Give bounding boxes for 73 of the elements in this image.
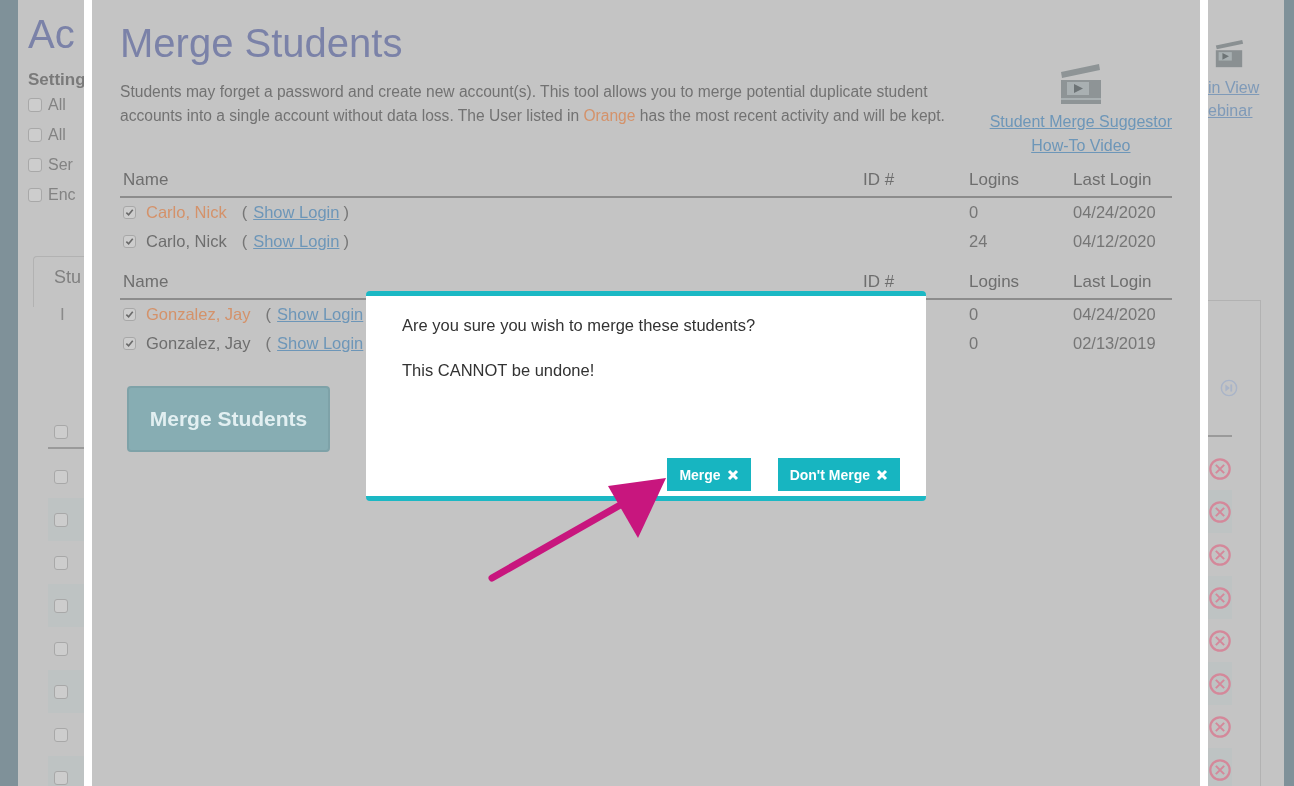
modal-title: Merge Students [120, 20, 404, 67]
table-cell-text: 04/24/2020 [1072, 304, 1157, 325]
checkbox[interactable] [28, 128, 42, 142]
dialog-button[interactable]: Don't Merge [777, 458, 900, 491]
checkbox[interactable] [28, 158, 42, 172]
page-title: Ac [28, 12, 76, 58]
show-login-link[interactable]: Show Login [277, 334, 364, 353]
show-login-link[interactable]: Show Login [277, 305, 364, 324]
column-header: Last Login [1070, 166, 1172, 198]
webinar-link[interactable]: in View ebinar [1208, 76, 1284, 122]
panel-title: Stu [54, 267, 83, 288]
column-header: Logins [966, 268, 1070, 300]
checkbox[interactable] [54, 512, 68, 527]
remove-icon [1208, 628, 1232, 653]
checkbox[interactable] [123, 235, 136, 248]
section-label: Setting [28, 70, 84, 90]
table-cell-text: 0 [968, 333, 980, 354]
student-name: Gonzalez, Jay [146, 305, 251, 324]
column-header: ID # [860, 166, 966, 198]
column-header: Last Login [1070, 268, 1172, 300]
paren-text: ( [265, 305, 272, 324]
x-icon [726, 468, 739, 481]
show-login-link[interactable]: Show Login [253, 232, 340, 251]
checkbox[interactable] [54, 770, 68, 785]
merge-students-button[interactable]: Merge Students [127, 386, 330, 452]
checkbox[interactable] [54, 469, 68, 484]
checkbox[interactable] [123, 337, 136, 350]
remove-icon [1208, 671, 1232, 696]
table-cell-text: 24 [968, 231, 989, 252]
remove-icon [1208, 499, 1232, 524]
student-name: Gonzalez, Jay [146, 334, 251, 353]
column-header: Logins [966, 166, 1070, 198]
student-name: Carlo, Nick [146, 203, 227, 222]
checkbox[interactable] [28, 98, 42, 112]
table-cell-text: 04/12/2020 [1072, 231, 1157, 252]
table-cell-text: 02/13/2019 [1072, 333, 1157, 354]
remove-icon [1208, 585, 1232, 610]
description-text: Students may forget a password and create new account(s). This tool allows you to merge potential duplicate student accounts into a single account without data loss. The User listed in Orange has the most recent activity and will be kept. [120, 82, 946, 126]
checkbox[interactable] [54, 598, 68, 613]
x-icon [876, 468, 888, 481]
checkbox[interactable] [28, 188, 42, 202]
checkbox[interactable] [123, 206, 136, 219]
remove-icon [1208, 456, 1232, 481]
remove-icon [1208, 542, 1232, 567]
panel-text: I [60, 305, 66, 325]
paren-text: ) [343, 203, 349, 222]
show-login-link[interactable]: Show Login [253, 203, 340, 222]
setting-label: Ser [48, 156, 73, 174]
checkbox[interactable] [54, 425, 68, 439]
table-cell-text: 04/24/2020 [1072, 202, 1157, 223]
dialog-message: Are you sure you wish to merge these students? [402, 316, 757, 335]
setting-label: Enc [48, 186, 76, 204]
checkbox[interactable] [54, 684, 68, 699]
table-cell-text: 0 [968, 202, 980, 223]
paren-text: ( [241, 232, 248, 251]
paren-text: ( [265, 334, 272, 353]
paren-text: ) [343, 232, 349, 251]
last-page-icon [1220, 379, 1238, 397]
student-name: Carlo, Nick [146, 232, 227, 251]
table-cell-text: 0 [968, 304, 980, 325]
setting-label: All [48, 96, 66, 114]
checkbox[interactable] [54, 555, 68, 570]
paren-text: ( [241, 203, 248, 222]
dialog-message: This CANNOT be undone! [402, 361, 596, 380]
checkbox[interactable] [123, 308, 136, 321]
setting-label: All [48, 126, 66, 144]
checkbox[interactable] [54, 641, 68, 656]
remove-icon [1208, 714, 1232, 739]
video-link[interactable]: Student Merge Suggestor How-To Video [989, 110, 1172, 158]
column-header: Name [120, 166, 860, 198]
dialog-button[interactable]: Merge [667, 458, 751, 491]
checkbox[interactable] [54, 727, 68, 742]
remove-icon [1208, 757, 1232, 782]
